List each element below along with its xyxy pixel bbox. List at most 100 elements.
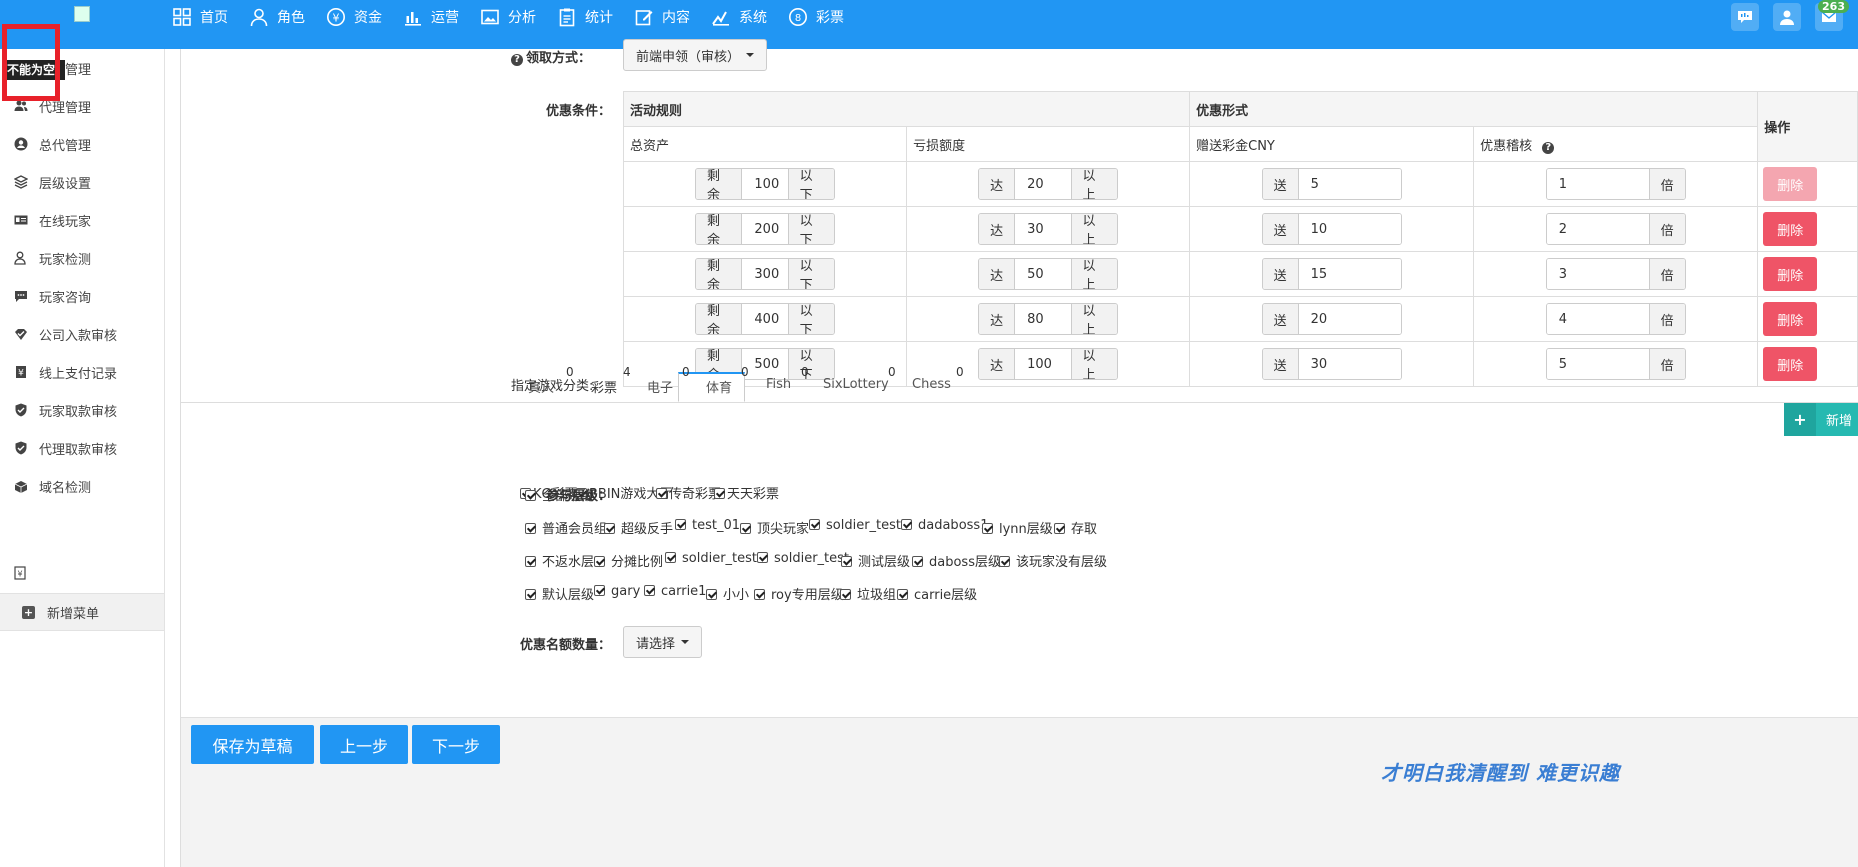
level-checkbox[interactable]: test_01: [675, 518, 740, 533]
checkbox-checked-icon[interactable]: [656, 488, 667, 499]
quota-dropdown[interactable]: 请选择: [623, 626, 703, 658]
tab-真人[interactable]: 真人: [528, 377, 554, 396]
sidebar-item-general-agents[interactable]: 总代管理: [0, 125, 164, 163]
nav-statistics[interactable]: 统计: [557, 7, 613, 27]
prev-step-button[interactable]: 上一步: [320, 725, 408, 764]
profile-button[interactable]: [1773, 3, 1801, 31]
bonus-input-group[interactable]: 送 20: [1261, 303, 1402, 335]
level-checkbox[interactable]: soldier_test2: [809, 518, 909, 533]
tab-fish[interactable]: Fish: [766, 377, 791, 392]
audit-value[interactable]: 5: [1546, 349, 1649, 379]
bonus-input-group[interactable]: 送5: [1261, 168, 1402, 200]
assets-value[interactable]: 400: [742, 304, 788, 334]
checkbox-checked-icon[interactable]: [740, 523, 751, 534]
level-checkbox[interactable]: gary: [594, 584, 640, 599]
level-checkbox[interactable]: 分摊比例: [594, 551, 663, 570]
checkbox-checked-icon[interactable]: [999, 556, 1010, 567]
nav-content[interactable]: 内容: [634, 7, 690, 27]
checkbox-checked-icon[interactable]: [897, 589, 908, 600]
bonus-input-group[interactable]: 送 10: [1261, 213, 1402, 245]
loss-input-group[interactable]: 达 30 以上: [978, 213, 1119, 245]
checkbox-checked-icon[interactable]: [901, 519, 912, 530]
sidebar-item-player-consult[interactable]: 玩家咨询: [0, 277, 164, 315]
audit-input-group[interactable]: 5倍: [1545, 348, 1686, 380]
assets-input-group[interactable]: 剩余 200 以下: [695, 213, 836, 245]
level-checkbox[interactable]: soldier_test1: [665, 551, 765, 566]
sidebar-item-player-withdraw[interactable]: 玩家取款审核: [0, 391, 164, 429]
level-checkbox[interactable]: roy专用层级: [754, 584, 844, 603]
game-checkbox[interactable]: 传奇彩票: [656, 483, 721, 502]
assets-input-group[interactable]: 剩余 300 以下: [695, 258, 836, 290]
checkbox-checked-icon[interactable]: [912, 556, 923, 567]
messages-button[interactable]: 263: [1815, 0, 1849, 31]
level-checkbox[interactable]: 垃圾组: [840, 584, 896, 603]
assets-input-group[interactable]: 剩余 400 以下: [695, 303, 836, 335]
sidebar-item-agent-withdraw[interactable]: 代理取款审核: [0, 429, 164, 467]
level-checkbox[interactable]: 顶尖玩家: [740, 518, 809, 537]
bonus-value[interactable]: 20: [1298, 304, 1401, 334]
audit-value[interactable]: 3: [1546, 259, 1649, 289]
loss-input-group[interactable]: 达 50 以上: [978, 258, 1119, 290]
nav-funds[interactable]: ¥ 资金: [326, 7, 382, 27]
level-checkbox[interactable]: soldier_test: [757, 551, 849, 566]
sidebar-item-online-payment[interactable]: ¥ 线上支付记录: [0, 353, 164, 391]
doc-icon[interactable]: ¥: [13, 566, 27, 580]
checkbox-checked-icon[interactable]: [525, 589, 536, 600]
loss-input-group[interactable]: 达 100 以上: [978, 348, 1119, 380]
nav-home[interactable]: 首页: [172, 7, 228, 27]
save-draft-button[interactable]: 保存为草稿: [191, 725, 314, 764]
nav-role[interactable]: 角色: [249, 7, 305, 27]
nav-operation[interactable]: 运营: [403, 7, 459, 27]
loss-value[interactable]: 50: [1015, 259, 1071, 289]
bonus-value[interactable]: 30: [1298, 349, 1401, 379]
claim-method-dropdown[interactable]: 前端申领（审核）: [623, 39, 768, 71]
delete-button[interactable]: 删除: [1763, 212, 1818, 246]
add-rule-button[interactable]: + 新增: [1784, 402, 1858, 436]
loss-value[interactable]: 80: [1015, 304, 1071, 334]
bonus-input-group[interactable]: 送 30: [1261, 348, 1402, 380]
level-checkbox[interactable]: 普通会员组: [525, 518, 607, 537]
checkbox-checked-icon[interactable]: [982, 523, 993, 534]
assets-input-group[interactable]: 剩余 100 以下: [695, 168, 836, 200]
audit-input-group[interactable]: 1倍: [1545, 168, 1686, 200]
delete-button[interactable]: 删除: [1763, 302, 1818, 336]
add-menu-button[interactable]: + 新增菜单: [0, 593, 164, 631]
delete-button[interactable]: 删除: [1763, 347, 1818, 381]
level-checkbox[interactable]: 不返水层: [525, 551, 594, 570]
bonus-value[interactable]: 10: [1298, 214, 1401, 244]
checkbox-checked-icon[interactable]: [665, 552, 676, 563]
checkbox-checked-icon[interactable]: [525, 490, 536, 501]
checkbox-checked-icon[interactable]: [675, 519, 686, 530]
assets-value[interactable]: 300: [742, 259, 788, 289]
level-checkbox[interactable]: 小小: [706, 584, 749, 603]
checkbox-checked-icon[interactable]: [604, 523, 615, 534]
audit-input-group[interactable]: 3倍: [1545, 258, 1686, 290]
sidebar-item-deposit-review[interactable]: 公司入款审核: [0, 315, 164, 353]
checkbox-checked-icon[interactable]: [706, 589, 717, 600]
level-checkbox[interactable]: 默认层级: [525, 584, 594, 603]
audit-input-group[interactable]: 4倍: [1545, 303, 1686, 335]
loss-value[interactable]: 100: [1015, 349, 1071, 379]
announcement-button[interactable]: [1731, 3, 1759, 31]
assets-value[interactable]: 500: [742, 349, 788, 379]
loss-input-group[interactable]: 达 80 以上: [978, 303, 1119, 335]
delete-button[interactable]: 删除: [1763, 167, 1818, 201]
audit-value[interactable]: 2: [1546, 214, 1649, 244]
checkbox-checked-icon[interactable]: [840, 589, 851, 600]
loss-input-group[interactable]: 达 20 以上: [978, 168, 1119, 200]
checkbox-checked-icon[interactable]: [525, 556, 536, 567]
level-checkbox[interactable]: 存取: [1054, 518, 1097, 537]
checkbox-checked-icon[interactable]: [594, 556, 605, 567]
level-checkbox[interactable]: 该玩家没有层级: [999, 551, 1107, 570]
level-checkbox[interactable]: 测试层级: [841, 551, 910, 570]
bonus-input-group[interactable]: 送 15: [1261, 258, 1402, 290]
checkbox-checked-icon[interactable]: [594, 585, 605, 596]
assets-value[interactable]: 100: [742, 169, 788, 199]
level-checkbox[interactable]: 超级反手: [604, 518, 673, 537]
assets-value[interactable]: 200: [742, 214, 788, 244]
checkbox-checked-icon[interactable]: [841, 556, 852, 567]
sidebar-item-domain-check[interactable]: 域名检测: [0, 467, 164, 505]
bonus-value[interactable]: 5: [1298, 169, 1401, 199]
checkbox-checked-icon[interactable]: [644, 585, 655, 596]
level-checkbox[interactable]: 全部层级: [525, 485, 594, 504]
